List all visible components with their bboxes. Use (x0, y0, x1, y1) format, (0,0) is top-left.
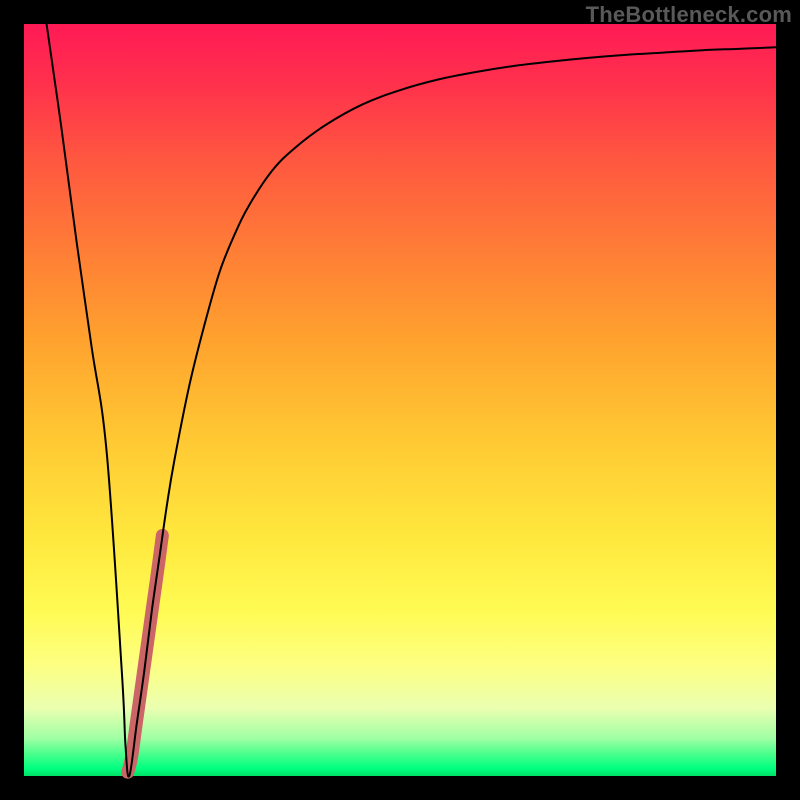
plot-area (24, 24, 776, 776)
curve-layer (24, 24, 776, 776)
watermark-label: TheBottleneck.com (586, 2, 792, 28)
chart-root: TheBottleneck.com (0, 0, 800, 800)
bottleneck-curve (47, 24, 776, 777)
